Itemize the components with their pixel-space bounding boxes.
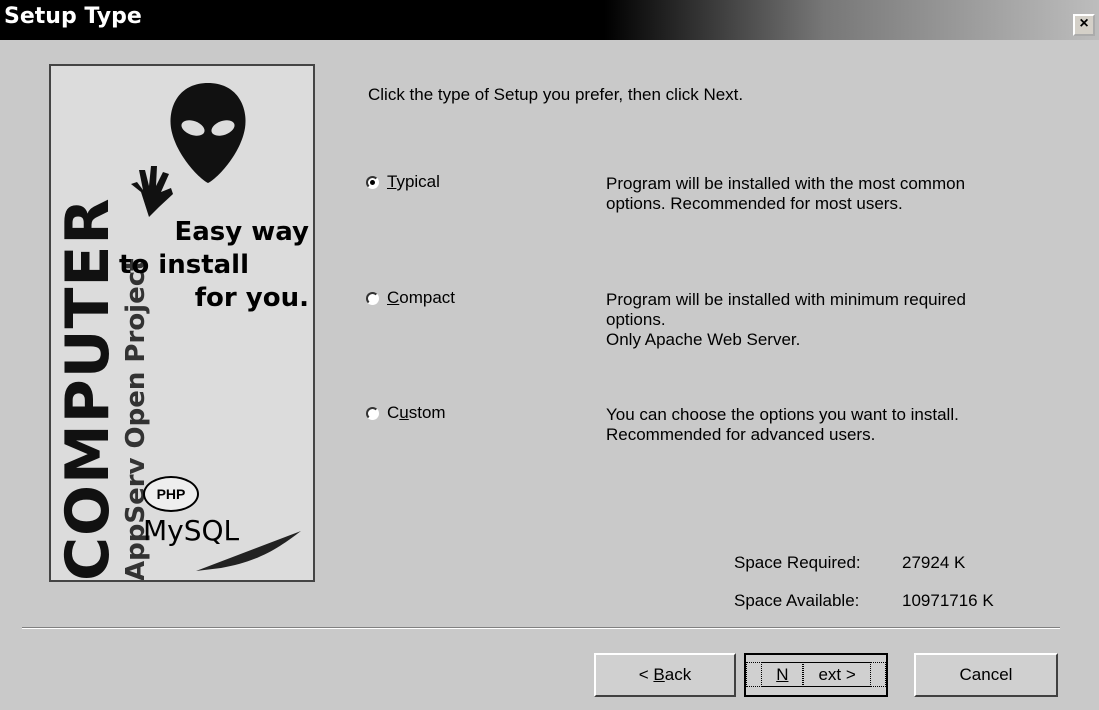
option-custom-description: You can choose the options you want to i… (606, 405, 959, 444)
setup-prompt: Click the type of Setup you prefer, then… (368, 85, 744, 104)
title-bar: Setup Type × (0, 0, 1099, 40)
close-button[interactable]: × (1073, 14, 1095, 36)
radio-custom[interactable] (366, 406, 379, 420)
next-button[interactable]: Next > (744, 653, 888, 697)
option-typical[interactable]: Typical (366, 172, 440, 192)
cancel-button[interactable]: Cancel (914, 653, 1058, 697)
feather-icon (196, 531, 301, 571)
option-custom[interactable]: Custom (366, 403, 446, 423)
space-required-value: 27924 K (902, 553, 966, 572)
hand-icon (131, 166, 173, 217)
space-available-label: Space Available: (734, 591, 860, 610)
separator (22, 627, 1060, 629)
setup-banner: COMPUTER AppServ Open Project Easy way t… (49, 64, 315, 582)
option-typical-description: Program will be installed with the most … (606, 174, 966, 213)
option-compact-description: Program will be installed with minimum r… (606, 290, 966, 349)
banner-tagline: Easy way to install for you. (119, 216, 309, 315)
option-compact-label: Compact (387, 288, 456, 307)
window-title: Setup Type (4, 4, 142, 29)
radio-typical[interactable] (366, 175, 379, 189)
option-typical-label: Typical (387, 172, 440, 191)
radio-compact[interactable] (366, 291, 379, 305)
php-logo: PHP (143, 476, 199, 512)
tagline-line-1: Easy way (174, 217, 310, 247)
option-custom-label: Custom (387, 403, 446, 422)
option-compact[interactable]: Compact (366, 288, 455, 308)
tagline-line-3: for you. (194, 283, 309, 313)
space-available-value: 10971716 K (902, 591, 994, 610)
back-button[interactable]: < Back (594, 653, 736, 697)
space-required-label: Space Required: (734, 553, 861, 572)
banner-brand-text: COMPUTER (53, 197, 123, 581)
tagline-line-2: to install (118, 250, 249, 280)
